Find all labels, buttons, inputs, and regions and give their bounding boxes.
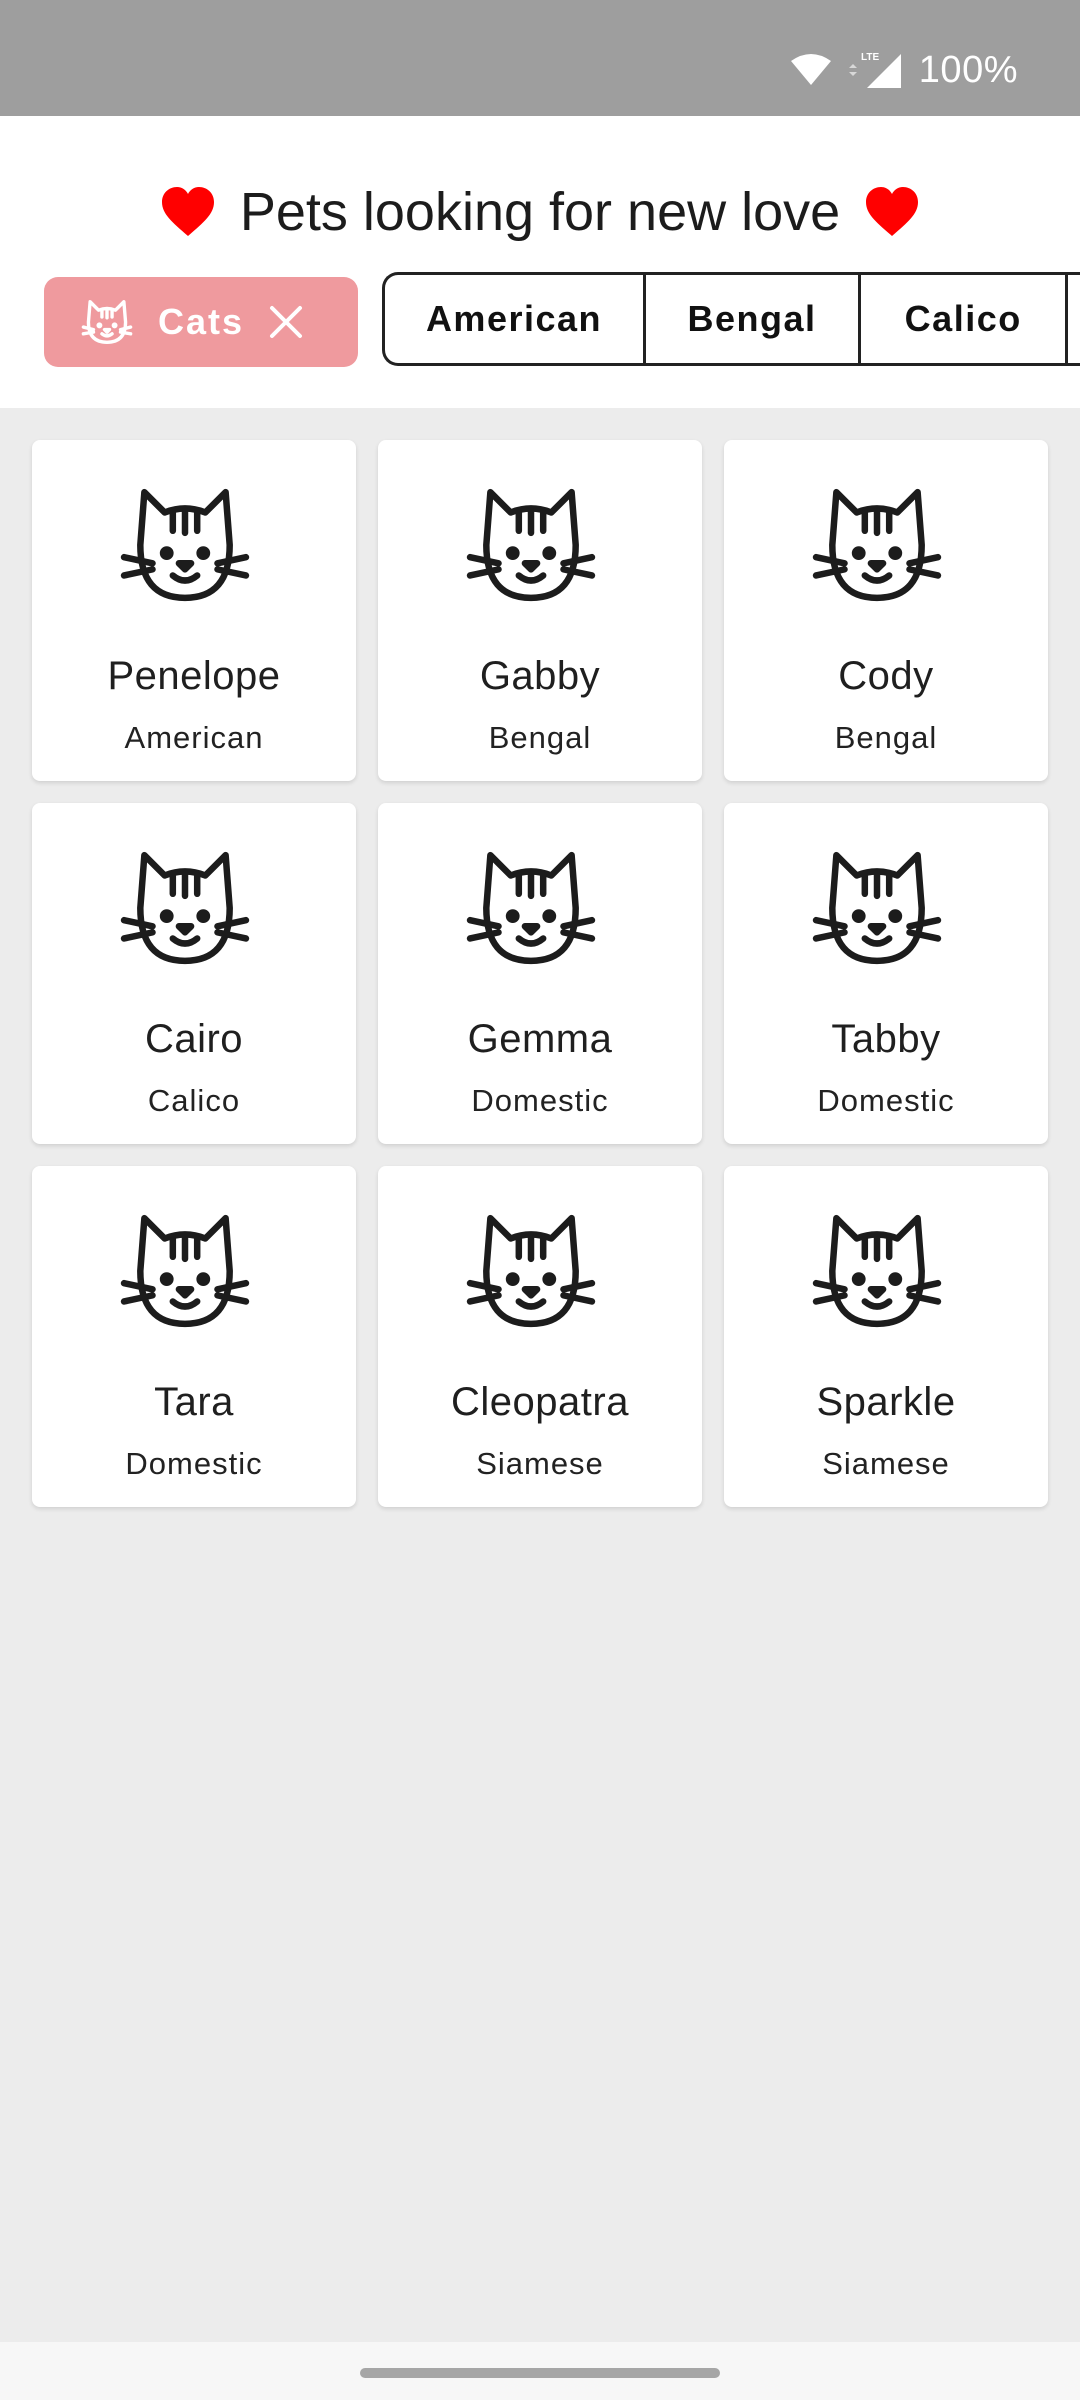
pet-name: Cody xyxy=(838,654,934,698)
tab-calico[interactable]: Calico xyxy=(861,275,1069,363)
heart-icon xyxy=(161,187,214,236)
battery-percentage: 100% xyxy=(918,48,1018,91)
pet-name: Gabby xyxy=(479,654,601,698)
tab-next[interactable] xyxy=(1068,275,1080,363)
pet-card[interactable]: Sparkle Siamese xyxy=(724,1166,1048,1507)
pet-name: Sparkle xyxy=(816,1380,956,1424)
page-title: Pets looking for new love xyxy=(239,182,841,242)
pet-card[interactable]: Cleopatra Siamese xyxy=(378,1166,702,1507)
pet-name: Penelope xyxy=(107,654,281,698)
cat-icon xyxy=(466,488,596,602)
pet-breed: Domestic xyxy=(817,1083,955,1118)
status-icons: LTE 100% xyxy=(789,48,1018,92)
close-icon[interactable] xyxy=(268,304,304,340)
pet-name: Gemma xyxy=(467,1017,613,1061)
tab-bengal[interactable]: Bengal xyxy=(646,275,862,363)
pet-breed: American xyxy=(124,720,264,755)
pet-name: Cairo xyxy=(144,1017,244,1061)
pet-breed: Calico xyxy=(147,1083,241,1118)
tab-american[interactable]: American xyxy=(385,275,646,363)
title-row: Pets looking for new love xyxy=(0,162,1080,262)
pet-breed: Domestic xyxy=(125,1446,263,1481)
svg-text:LTE: LTE xyxy=(861,52,879,63)
status-bar: LTE 100% xyxy=(0,0,1080,116)
navigation-bar xyxy=(0,2342,1080,2400)
cats-filter-chip[interactable]: Cats xyxy=(44,277,358,367)
pet-name: Tara xyxy=(154,1380,234,1424)
pet-card[interactable]: Gabby Bengal xyxy=(378,440,702,781)
heart-icon xyxy=(866,187,919,236)
pet-card[interactable]: Cairo Calico xyxy=(32,803,356,1144)
wifi-icon xyxy=(790,54,831,85)
cat-icon xyxy=(812,1214,942,1328)
cat-icon xyxy=(466,1214,596,1328)
pet-breed: Domestic xyxy=(471,1083,609,1118)
chip-label: Cats xyxy=(158,301,245,342)
pet-card[interactable]: Penelope American xyxy=(32,440,356,781)
breed-tab-bar: American Bengal Calico xyxy=(382,272,1080,366)
pet-card[interactable]: Gemma Domestic xyxy=(378,803,702,1144)
pet-card[interactable]: Cody Bengal xyxy=(724,440,1048,781)
pet-name: Tabby xyxy=(831,1017,941,1061)
pet-card[interactable]: Tabby Domestic xyxy=(724,803,1048,1144)
pet-breed: Siamese xyxy=(822,1446,950,1481)
cat-icon xyxy=(120,1214,250,1328)
cat-icon xyxy=(120,851,250,965)
app-header: Pets looking for new love Cats American … xyxy=(0,116,1080,408)
cat-icon xyxy=(120,488,250,602)
pet-name: Cleopatra xyxy=(451,1380,629,1424)
cat-icon xyxy=(812,488,942,602)
cat-icon xyxy=(81,300,133,344)
pet-card[interactable]: Tara Domestic xyxy=(32,1166,356,1507)
signal-icon: LTE xyxy=(848,52,901,88)
cat-icon xyxy=(812,851,942,965)
pet-breed: Siamese xyxy=(476,1446,604,1481)
cat-icon xyxy=(466,851,596,965)
pet-grid: Penelope American Gabby Bengal Cody Beng… xyxy=(32,440,1048,1507)
pet-breed: Bengal xyxy=(834,720,938,755)
home-gesture-handle[interactable] xyxy=(360,2368,720,2378)
filter-row: Cats xyxy=(44,274,358,370)
pet-breed: Bengal xyxy=(488,720,592,755)
